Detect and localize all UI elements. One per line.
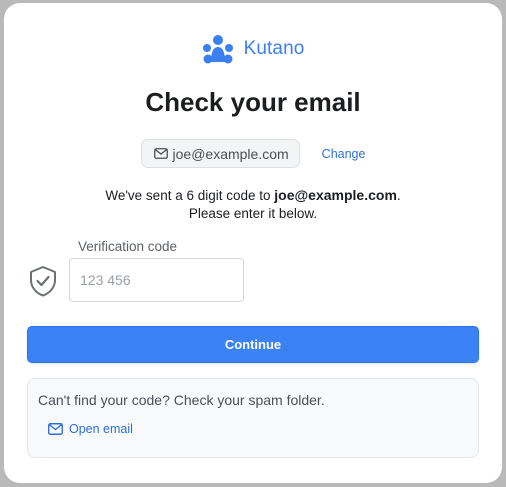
help-text: Can't find your code? Check your spam fo… [38,392,325,408]
email-chip: joe@example.com [140,139,300,168]
message-prefix: We've sent a 6 digit code to [105,188,271,203]
page-title: Check your email [145,87,361,117]
message-email: joe@example.com [274,187,397,203]
people-group-icon [202,35,233,64]
message-suffix: . [396,188,401,203]
verification-card: Kutano Check your email joe@example.com … [4,3,502,483]
help-box: Can't find your code? Check your spam fo… [27,378,479,458]
message-line2: Please enter it below. [188,206,318,221]
open-email-link[interactable]: Open email [48,422,133,436]
mail-icon [48,423,63,435]
code-sent-message: We've sent a 6 digit code to joe@example… [4,186,502,223]
brand: Kutano [4,34,502,64]
email-chip-address: joe@example.com [172,145,289,162]
continue-button[interactable]: Continue [27,326,479,363]
open-email-label: Open email [69,422,133,436]
brand-name: Kutano [243,38,305,59]
verification-code-label: Verification code [78,239,178,254]
mail-icon [153,148,168,159]
verification-code-input[interactable] [69,258,244,302]
shield-check-icon [30,266,56,297]
email-row: joe@example.com Change [4,139,502,168]
change-email-link[interactable]: Change [322,147,366,161]
